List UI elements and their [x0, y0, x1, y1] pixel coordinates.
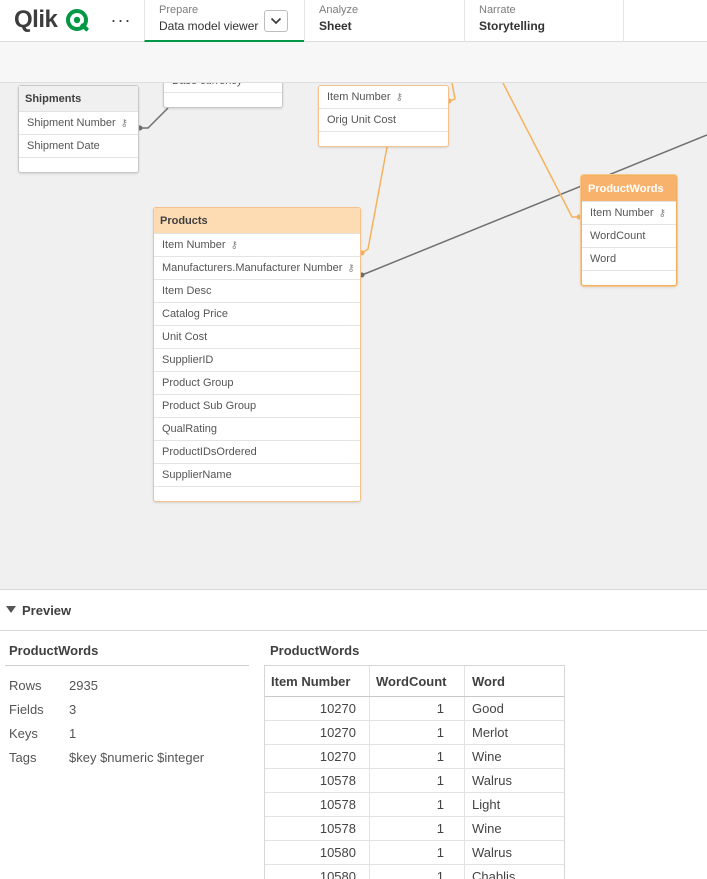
tab-analyze-label: Analyze	[319, 4, 359, 16]
tab-narrate-label: Narrate	[479, 4, 516, 16]
more-menu-button[interactable]: ···	[108, 8, 134, 32]
meta-rows: Rows 2935	[9, 678, 98, 693]
preview-grid-title: ProductWords	[270, 643, 360, 658]
field-wordcount[interactable]: WordCount	[582, 225, 676, 248]
prepare-dropdown-button[interactable]	[264, 10, 288, 32]
field-orig-unit-cost[interactable]: Orig Unit Cost	[319, 109, 448, 132]
tab-prepare[interactable]: Prepare Data model viewer	[144, 0, 304, 42]
field-product-group[interactable]: Product Group	[154, 372, 360, 395]
preview-title: Preview	[22, 603, 72, 618]
table-products-title: Products	[154, 208, 360, 234]
table-row: 10578 1 Walrus	[265, 769, 564, 793]
tab-analyze-value: Sheet	[319, 19, 352, 33]
table-shipments-title: Shipments	[19, 86, 138, 112]
field-qual-rating[interactable]: QualRating	[154, 418, 360, 441]
collapse-triangle-icon[interactable]	[6, 606, 16, 613]
qlik-q-mark-icon	[66, 9, 89, 32]
logo-text: Qlik	[14, 6, 58, 33]
key-icon: ⚷	[230, 240, 238, 251]
viewer-toolbar	[0, 42, 707, 83]
field-item-number[interactable]: Item Number ⚷	[582, 202, 676, 225]
field-base-currency[interactable]: Base currency	[164, 83, 282, 93]
table-products[interactable]: Products Item Number ⚷ Manufacturers.Manu…	[153, 207, 361, 502]
qlik-logo[interactable]: Qlik	[14, 6, 89, 34]
divider	[5, 665, 249, 666]
table-productwords-title: ProductWords	[582, 176, 676, 202]
table-shipments[interactable]: Shipments Shipment Number ⚷ Shipment Date	[18, 85, 139, 173]
link-shipments-currency	[140, 107, 169, 129]
tab-narrate-value: Storytelling	[479, 19, 546, 33]
table-cost[interactable]: Item Number ⚷ Orig Unit Cost	[318, 85, 449, 147]
grid-header-row: Item Number WordCount Word	[265, 666, 564, 697]
table-productwords[interactable]: ProductWords Item Number ⚷ WordCount Word	[581, 175, 677, 286]
tab-narrate[interactable]: Narrate Storytelling	[464, 0, 624, 42]
field-word[interactable]: Word	[582, 248, 676, 271]
field-product-sub-group[interactable]: Product Sub Group	[154, 395, 360, 418]
field-unit-cost[interactable]: Unit Cost	[154, 326, 360, 349]
link-cost-products	[361, 146, 388, 254]
field-item-number[interactable]: Item Number ⚷	[154, 234, 360, 257]
key-icon: ⚷	[347, 263, 355, 274]
table-row: 10580 1 Walrus	[265, 841, 564, 865]
link-cost-top	[448, 83, 456, 102]
meta-keys: Keys 1	[9, 726, 77, 741]
column-header-word[interactable]: Word	[465, 666, 564, 696]
field-product-ids-ordered[interactable]: ProductIDsOrdered	[154, 441, 360, 464]
key-icon: ⚷	[120, 118, 128, 129]
tab-analyze[interactable]: Analyze Sheet	[304, 0, 464, 42]
column-header-wordcount[interactable]: WordCount	[370, 666, 465, 696]
meta-fields: Fields 3	[9, 702, 77, 717]
key-icon: ⚷	[395, 92, 403, 103]
field-supplier-name[interactable]: SupplierName	[154, 464, 360, 487]
table-row: 10270 1 Merlot	[265, 721, 564, 745]
data-model-canvas[interactable]: Base currency Shipments Shipment Number⚷…	[0, 83, 707, 589]
table-row: 10578 1 Wine	[265, 817, 564, 841]
meta-tags: Tags $key $numeric $integer	[9, 750, 205, 765]
link-productwords	[502, 83, 579, 218]
preview-data-grid[interactable]: Item Number WordCount Word 10270 1 Good 10…	[264, 665, 565, 879]
table-currency[interactable]: Base currency	[163, 83, 283, 108]
field-manufacturer-number[interactable]: Manufacturers.Manufacturer Number ⚷	[154, 257, 360, 280]
table-row: 10578 1 Light	[265, 793, 564, 817]
field-shipment-number[interactable]: Shipment Number ⚷	[19, 112, 138, 135]
table-row: 10580 1 Chablis	[265, 865, 564, 879]
field-catalog-price[interactable]: Catalog Price	[154, 303, 360, 326]
field-supplier-id[interactable]: SupplierID	[154, 349, 360, 372]
top-bar: Qlik ··· Prepare Data model viewer Analy…	[0, 0, 707, 42]
column-header-item-number[interactable]: Item Number	[265, 666, 370, 696]
field-item-desc[interactable]: Item Desc	[154, 280, 360, 303]
table-row: 10270 1 Wine	[265, 745, 564, 769]
preview-header[interactable]: Preview	[0, 589, 707, 631]
field-shipment-date[interactable]: Shipment Date	[19, 135, 138, 158]
preview-meta-title: ProductWords	[9, 643, 99, 658]
field-item-number[interactable]: Item Number ⚷	[319, 86, 448, 109]
key-icon: ⚷	[658, 208, 666, 219]
chevron-down-icon	[270, 17, 282, 25]
table-row: 10270 1 Good	[265, 697, 564, 721]
